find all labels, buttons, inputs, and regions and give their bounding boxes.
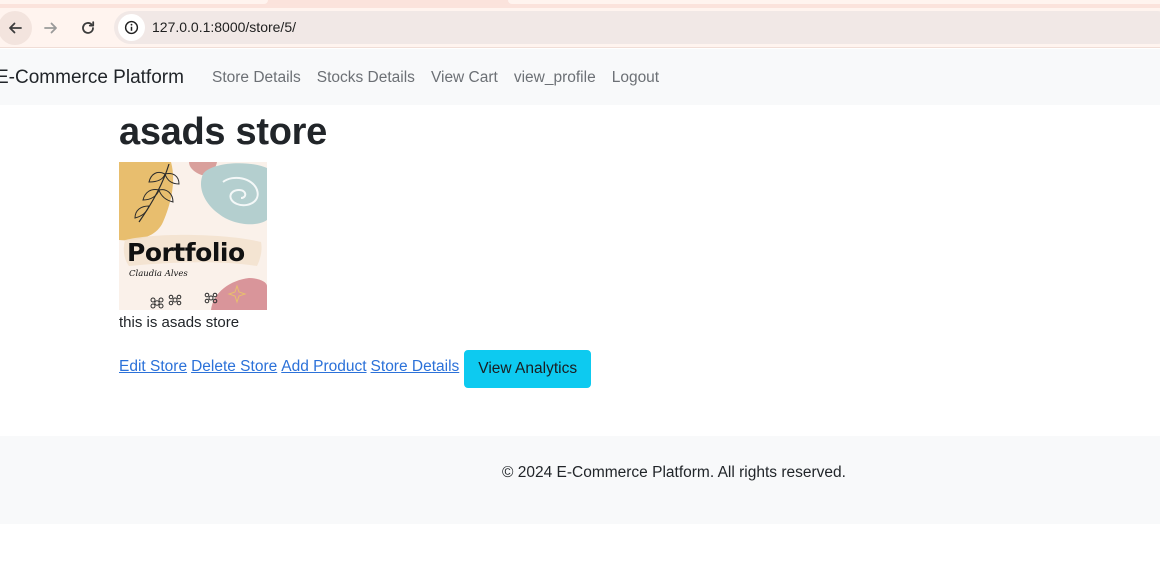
edit-store-link[interactable]: Edit Store bbox=[119, 358, 187, 376]
page-title: asads store bbox=[119, 111, 327, 153]
tab-strip-background bbox=[508, 0, 1160, 4]
site-footer: © 2024 E-Commerce Platform. All rights r… bbox=[0, 436, 1160, 524]
nav-link-stocks-details[interactable]: Stocks Details bbox=[317, 49, 415, 105]
navbar-brand[interactable]: E-Commerce Platform bbox=[0, 49, 184, 107]
address-bar[interactable]: 127.0.0.1:8000/store/5/ bbox=[114, 11, 1160, 44]
browser-tab-strip bbox=[0, 0, 1160, 8]
arrow-right-icon bbox=[44, 22, 57, 34]
info-icon bbox=[124, 20, 139, 35]
back-button[interactable] bbox=[0, 11, 32, 45]
arrow-left-icon bbox=[9, 22, 22, 34]
view-analytics-button[interactable]: View Analytics bbox=[464, 350, 592, 388]
portfolio-image-title: Portfolio bbox=[127, 238, 245, 267]
store-actions: Edit Store Delete Store Add Product Stor… bbox=[119, 350, 592, 388]
store-image: Portfolio Claudia Alves bbox=[119, 162, 267, 310]
store-description: this is asads store bbox=[119, 314, 240, 331]
reload-button[interactable] bbox=[71, 11, 105, 45]
navbar-links: Store Details Stocks Details View Cart v… bbox=[212, 49, 675, 105]
nav-link-view-cart[interactable]: View Cart bbox=[431, 49, 498, 105]
site-navbar: E-Commerce Platform Store Details Stocks… bbox=[0, 49, 1160, 105]
portfolio-image-subtitle: Claudia Alves bbox=[129, 269, 188, 279]
nav-link-logout[interactable]: Logout bbox=[612, 49, 659, 105]
site-info-button[interactable] bbox=[118, 14, 145, 41]
nav-link-store-details[interactable]: Store Details bbox=[212, 49, 301, 105]
browser-toolbar: 127.0.0.1:8000/store/5/ bbox=[0, 8, 1160, 48]
active-tab-edge[interactable] bbox=[0, 0, 268, 4]
delete-store-link[interactable]: Delete Store bbox=[191, 358, 277, 376]
footer-copyright: © 2024 E-Commerce Platform. All rights r… bbox=[502, 464, 846, 481]
reload-icon bbox=[82, 21, 95, 34]
add-product-link[interactable]: Add Product bbox=[281, 358, 366, 376]
url-text[interactable]: 127.0.0.1:8000/store/5/ bbox=[152, 11, 296, 44]
nav-link-view-profile[interactable]: view_profile bbox=[514, 49, 596, 105]
store-details-link[interactable]: Store Details bbox=[371, 358, 460, 376]
forward-button[interactable] bbox=[34, 11, 68, 45]
